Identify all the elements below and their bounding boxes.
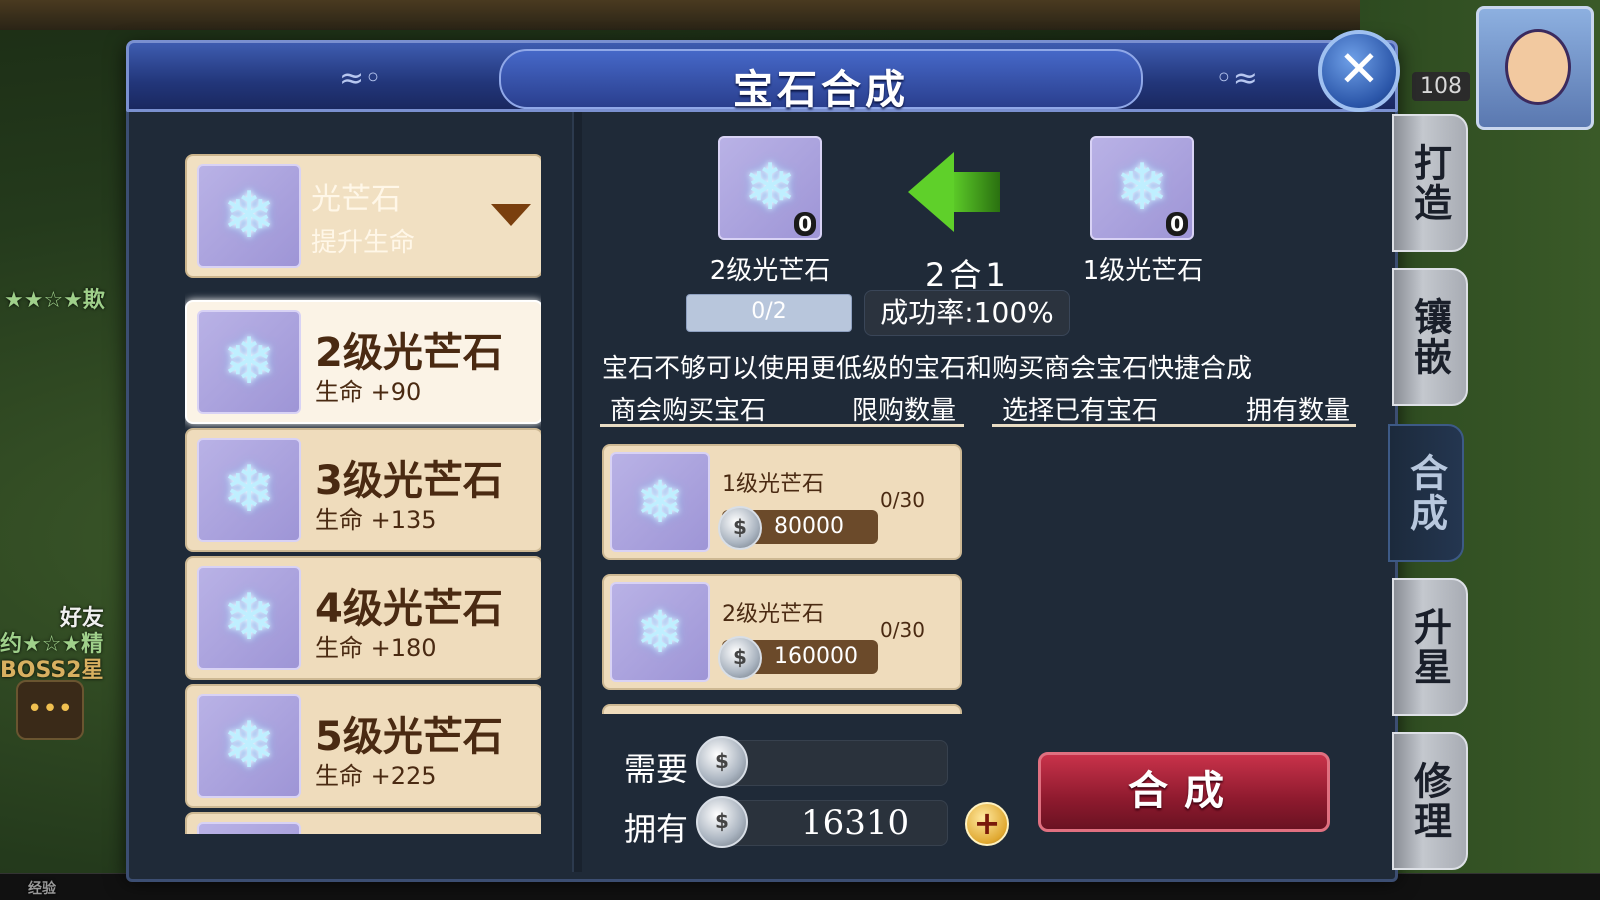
gem-type-name: 光芒石 [311, 182, 401, 217]
gem-list-item[interactable]: ❄ 2级光芒石 生命 +90 [185, 300, 541, 424]
silver-coin-icon: $ [696, 796, 748, 848]
gem-item-name: 3级光芒石 [315, 458, 503, 504]
gem-icon: ❄ [197, 310, 301, 414]
chat-icon[interactable]: ••• [16, 680, 84, 740]
window-title: 宝石合成 [733, 67, 909, 113]
source-gem-name: 1级光芒石 [1082, 256, 1204, 286]
avatar-face [1505, 29, 1571, 105]
gem-list-item[interactable]: ❄ 3级光芒石 生命 +135 [185, 428, 541, 552]
shop-gem-list[interactable]: ❄ 1级光芒石 0/30 80000 $ ❄ 2级光芒石 0/30 160000… [600, 442, 962, 714]
shop-item-name: 1级光芒石 [722, 472, 824, 497]
title-swirl-right-icon: ◦≈ [1215, 61, 1258, 96]
shop-list-item[interactable]: ❄ 1级光芒石 0/30 80000 $ [602, 444, 962, 560]
title-plate: 宝石合成 [499, 49, 1143, 113]
material-progress-bar: 0/2 [686, 294, 852, 332]
title-swirl-left-icon: ≈◦ [339, 61, 382, 96]
gem-type-desc: 提升生命 [311, 228, 416, 258]
gem-item-stat: 生命 +225 [315, 762, 437, 790]
tab-inlay[interactable]: 镶嵌 [1392, 268, 1468, 406]
green-left-arrow-icon [908, 152, 954, 232]
target-gem-icon[interactable]: ❄ 0 [718, 136, 822, 240]
have-amount: 16310 [801, 803, 910, 843]
synthesize-button[interactable]: 合成 [1038, 752, 1330, 832]
gem-icon: ❄ [197, 566, 301, 670]
target-gem-name: 2级光芒石 [709, 256, 831, 286]
silver-coin-icon: $ [718, 636, 762, 680]
gem-list-item[interactable]: ❄ 5级光芒石 生命 +225 [185, 684, 541, 808]
need-amount-box [714, 740, 948, 786]
source-gem-icon[interactable]: ❄ 0 [1090, 136, 1194, 240]
silver-coin-icon: $ [718, 506, 762, 550]
chevron-down-icon [491, 204, 531, 226]
gem-list-panel: ❄ 光芒石 提升生命 ❄ 2级光芒石 生命 +90 ❄ 3级光芒石 生命 +13… [185, 154, 541, 834]
progress-text: 0/2 [751, 299, 787, 324]
title-bar: ≈◦ 宝石合成 ◦≈ [126, 40, 1398, 113]
shop-list-item[interactable]: ❄ 2级光芒石 0/30 160000 $ [602, 574, 962, 690]
owned-gems-header: 选择已有宝石 [1002, 396, 1159, 426]
player-avatar[interactable] [1476, 6, 1594, 130]
purchase-limit-header: 限购数量 [852, 396, 957, 426]
gem-item-stat: 生命 +135 [315, 506, 437, 534]
tab-star-up[interactable]: 升星 [1392, 578, 1468, 716]
tab-repair[interactable]: 修理 [1392, 732, 1468, 870]
add-currency-icon[interactable]: + [965, 802, 1009, 846]
have-label: 拥有 [624, 810, 689, 848]
silver-coin-icon: $ [696, 736, 748, 788]
need-label: 需要 [624, 750, 689, 788]
gem-item-name: 5级光芒石 [315, 714, 503, 760]
column-divider [572, 112, 582, 872]
player-level: 108 [1412, 72, 1470, 101]
exp-label: 经验 [28, 881, 56, 897]
scene-text-stars: ★★☆★欺 [4, 288, 105, 313]
gem-item-stat: 生命 +180 [315, 634, 437, 662]
target-gem-count: 0 [794, 212, 816, 236]
shop-gems-header: 商会购买宝石 [610, 396, 767, 426]
gem-icon: ❄ [197, 438, 301, 542]
shop-item-name: 2级光芒石 [722, 602, 824, 627]
gem-icon: ❄ [197, 694, 301, 798]
gem-list-item[interactable]: ❄ 4级光芒石 生命 +180 [185, 556, 541, 680]
shop-item-limit: 0/30 [880, 618, 925, 642]
gem-item-name: 2级光芒石 [315, 330, 503, 376]
owned-header-underline [992, 424, 1356, 427]
gem-list-item-partial[interactable]: ❄ [185, 812, 541, 834]
tab-forge[interactable]: 打造 [1392, 114, 1468, 252]
gem-icon: ❄ [197, 164, 301, 268]
success-rate: 成功率:100% [864, 290, 1070, 336]
have-amount-box: 16310 [714, 800, 948, 846]
quick-synthesis-hint: 宝石不够可以使用更低级的宝石和购买商会宝石快捷合成 [602, 354, 1253, 384]
gem-item-name: 4级光芒石 [315, 586, 503, 632]
tab-synthesis[interactable]: 合成 [1388, 424, 1464, 562]
owned-count-header: 拥有数量 [1246, 396, 1351, 426]
shop-header-underline [600, 424, 964, 427]
gem-icon: ❄ [197, 822, 301, 834]
close-icon[interactable]: ✕ [1318, 30, 1400, 112]
shop-item-limit: 0/30 [880, 488, 925, 512]
gem-icon: ❄ [610, 452, 710, 552]
gem-item-stat: 生命 +90 [315, 378, 422, 406]
shop-list-item-partial[interactable] [602, 704, 962, 714]
source-gem-count: 0 [1166, 212, 1188, 236]
arrow-tail [950, 172, 1000, 212]
gem-icon: ❄ [610, 582, 710, 682]
gem-type-dropdown[interactable]: ❄ 光芒石 提升生命 [185, 154, 541, 278]
